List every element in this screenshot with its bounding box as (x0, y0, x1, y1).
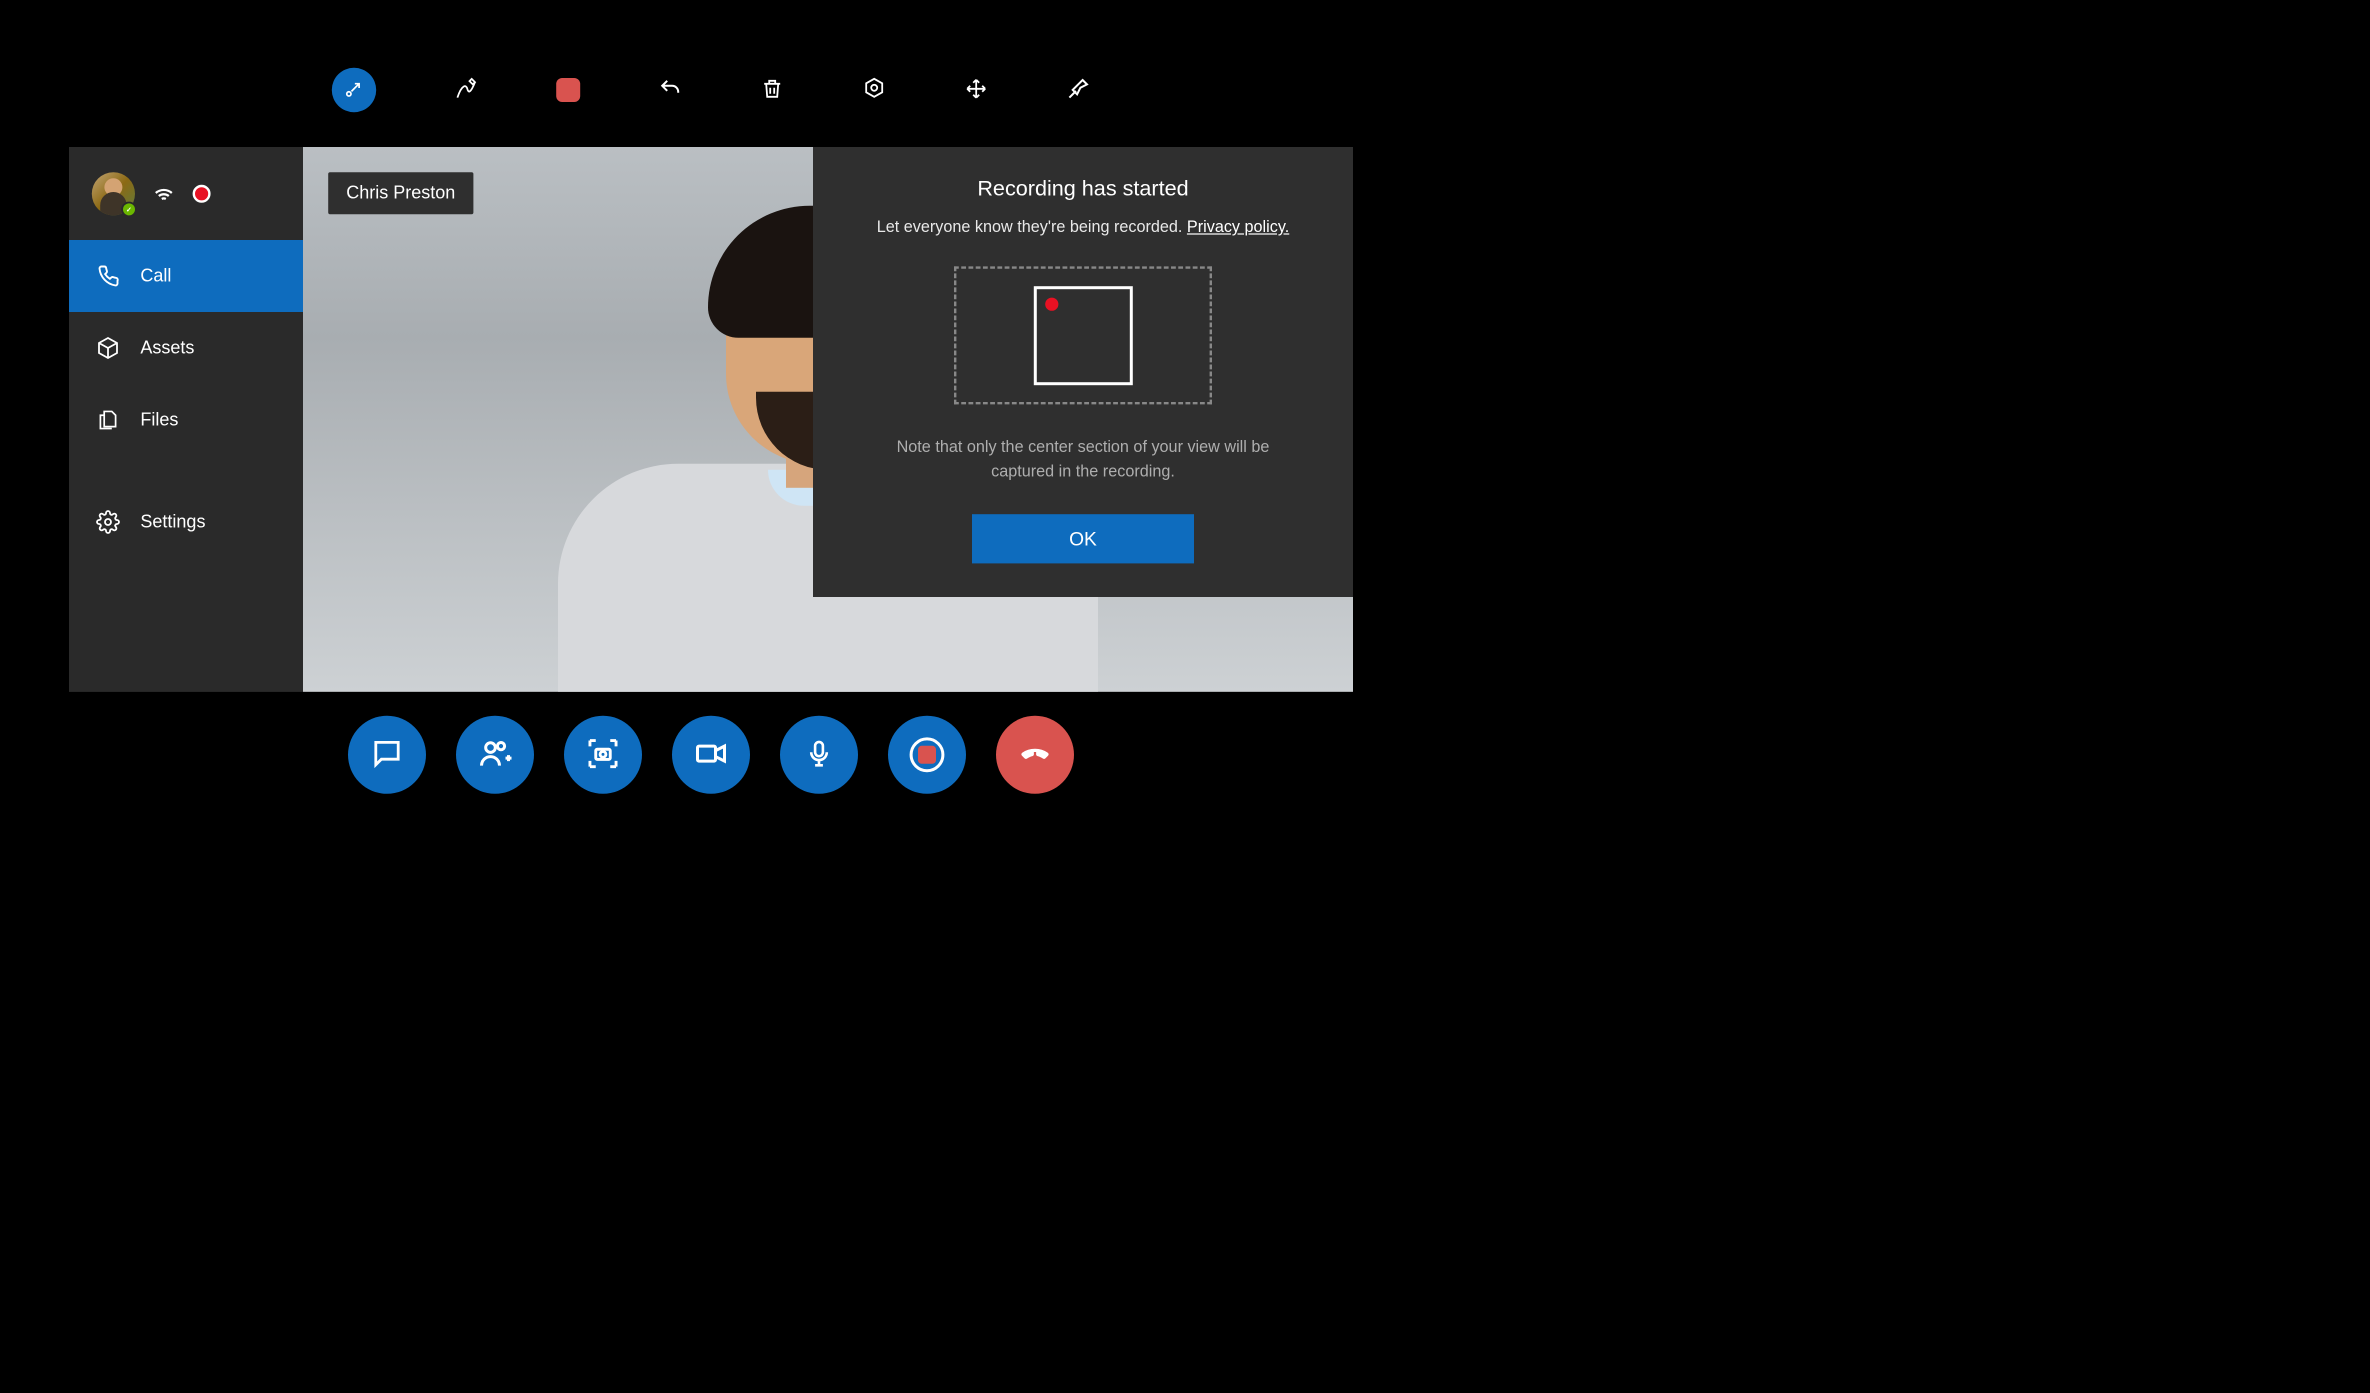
focus-button[interactable] (862, 78, 886, 102)
dialog-subtext-text: Let everyone know they're being recorded… (877, 218, 1187, 236)
presence-available-icon (121, 201, 137, 217)
privacy-policy-link[interactable]: Privacy policy. (1187, 218, 1289, 236)
sidebar-item-label: Files (140, 410, 178, 430)
trash-icon (760, 77, 784, 104)
signal-icon (152, 180, 176, 207)
minimize-icon (344, 78, 364, 101)
pen-button[interactable] (454, 78, 478, 102)
avatar[interactable] (92, 172, 135, 215)
hangup-button[interactable] (996, 716, 1074, 794)
move-icon (964, 77, 988, 104)
add-people-button[interactable] (456, 716, 534, 794)
sidebar-item-label: Settings (140, 512, 205, 532)
recording-area-diagram (954, 266, 1212, 404)
undo-button[interactable] (658, 78, 682, 102)
minimize-button[interactable] (332, 68, 376, 112)
stop-record-icon (556, 78, 580, 102)
ok-button[interactable]: OK (972, 514, 1194, 563)
hangup-icon (1016, 734, 1054, 775)
gear-icon (96, 510, 120, 534)
chat-icon (370, 737, 404, 774)
sidebar-item-files[interactable]: Files (69, 384, 303, 456)
box-icon (96, 336, 120, 360)
mic-icon (803, 738, 834, 772)
video-icon (693, 735, 729, 774)
top-toolbar (0, 57, 1422, 123)
camera-capture-icon (586, 736, 621, 774)
sidebar-header (69, 147, 303, 240)
sidebar-item-settings[interactable]: Settings (69, 486, 303, 558)
participant-name-label: Chris Preston (328, 172, 473, 214)
stop-record-button[interactable] (556, 78, 580, 102)
call-controls (0, 716, 1422, 794)
sidebar-item-call[interactable]: Call (69, 240, 303, 312)
phone-icon (96, 265, 120, 288)
recording-indicator-icon (193, 185, 211, 203)
files-icon (96, 409, 120, 432)
recording-center-box (1034, 286, 1133, 385)
record-dot-icon (1045, 297, 1058, 310)
move-button[interactable] (964, 78, 988, 102)
add-people-icon (477, 735, 513, 774)
recording-started-dialog: Recording has started Let everyone know … (813, 147, 1353, 597)
sidebar-item-label: Assets (140, 338, 194, 358)
focus-icon (862, 77, 886, 104)
sidebar-item-label: Call (140, 266, 171, 286)
camera-capture-button[interactable] (564, 716, 642, 794)
record-icon (910, 737, 945, 772)
undo-icon (658, 77, 682, 104)
dialog-subtext: Let everyone know they're being recorded… (846, 218, 1320, 237)
sidebar: Call Assets Files Settings (69, 147, 303, 692)
pin-icon (1065, 75, 1091, 104)
pin-button[interactable] (1066, 78, 1090, 102)
delete-button[interactable] (760, 78, 784, 102)
mic-button[interactable] (780, 716, 858, 794)
chat-button[interactable] (348, 716, 426, 794)
video-button[interactable] (672, 716, 750, 794)
dialog-note: Note that only the center section of you… (846, 434, 1320, 483)
sidebar-item-assets[interactable]: Assets (69, 312, 303, 384)
pen-icon (453, 75, 479, 104)
nav: Call Assets Files Settings (69, 240, 303, 558)
dialog-title: Recording has started (846, 176, 1320, 201)
record-button[interactable] (888, 716, 966, 794)
